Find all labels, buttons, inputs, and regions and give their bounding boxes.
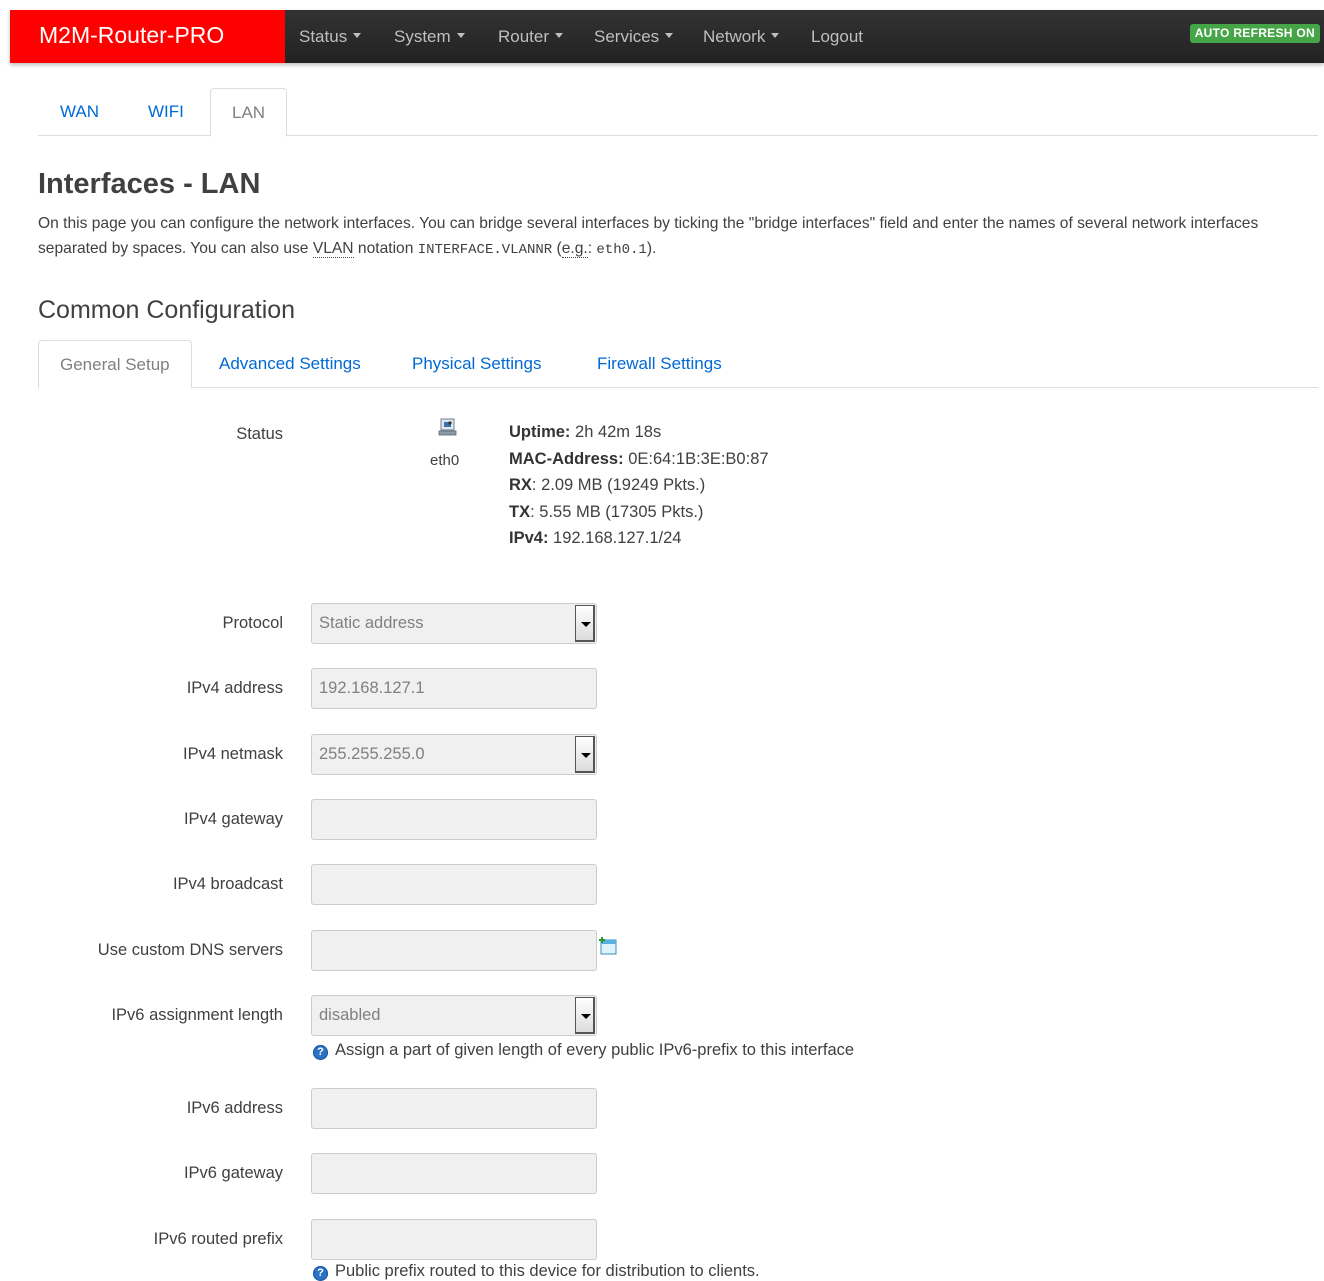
rx-label: RX [509, 476, 532, 494]
page-title: Interfaces - LAN [38, 168, 261, 200]
ipv4-address-field[interactable]: 192.168.127.1 [311, 668, 597, 709]
ipv4-gateway-label: IPv4 gateway [183, 810, 283, 828]
nav-logout-link[interactable]: Logout [811, 10, 863, 63]
nav-router-menu[interactable]: Router [498, 10, 564, 63]
top-navbar: M2M-Router-PRO Status System Router Serv… [10, 10, 1324, 63]
dropdown-arrow-icon[interactable] [575, 736, 595, 773]
protocol-selected-value: Static address [319, 614, 424, 632]
ipv4-broadcast-label: IPv4 broadcast [172, 875, 283, 893]
ipv6-assignment-help-text: Assign a part of given length of every p… [335, 1041, 855, 1059]
tab-general-setup[interactable]: General Setup [38, 340, 192, 389]
config-tabs: General Setup Advanced Settings Physical… [38, 340, 1318, 389]
description-text: ( [552, 240, 562, 257]
dns-servers-label: Use custom DNS servers [97, 941, 283, 959]
ipv6-assignment-selected-value: disabled [319, 1006, 381, 1024]
tab-wan[interactable]: WAN [39, 88, 120, 136]
mac-value: 0E:64:1B:3E:B0:87 [628, 449, 769, 468]
ipv4-value: 192.168.127.1/24 [553, 529, 682, 547]
nav-system-label: System [394, 27, 451, 46]
dns-servers-field[interactable] [311, 930, 597, 971]
ipv6-prefix-help-text: Public prefix routed to this device for … [335, 1262, 760, 1280]
tx-value: : 5.55 MB (17305 Pkts.) [530, 502, 704, 521]
ethernet-port-icon [438, 418, 457, 436]
section-title: Common Configuration [38, 296, 296, 324]
description-text: notation [353, 240, 418, 257]
chevron-down-icon [353, 33, 362, 39]
uptime-value: 2h 42m 18s [575, 423, 662, 441]
dropdown-arrow-icon[interactable] [575, 605, 595, 642]
brand-logo[interactable]: M2M-Router-PRO [10, 10, 285, 63]
status-label: Status [236, 425, 283, 443]
page-description: On this page you can configure the netwo… [38, 211, 1298, 263]
help-icon: ? [313, 1045, 328, 1060]
mac-label: MAC-Address: [509, 449, 624, 468]
eg-abbr: e.g. [561, 240, 588, 258]
interface-tabs: WAN WIFI LAN [38, 88, 1318, 137]
protocol-select[interactable]: Static address [311, 603, 597, 644]
nav-network-label: Network [703, 27, 766, 46]
add-entry-icon[interactable] [598, 936, 618, 956]
protocol-label: Protocol [222, 614, 283, 632]
ipv4-gateway-field[interactable] [311, 799, 597, 840]
ipv6-gateway-label: IPv6 gateway [183, 1164, 283, 1182]
tab-wifi[interactable]: WIFI [127, 88, 205, 136]
description-text: ). [646, 240, 657, 257]
ipv6-assignment-select[interactable]: disabled [311, 995, 597, 1036]
ipv4-address-label: IPv4 address [186, 679, 283, 697]
nav-status-label: Status [299, 27, 348, 46]
auto-refresh-toggle[interactable]: AUTO REFRESH ON [1189, 24, 1320, 43]
ipv6-assignment-help: ? Assign a part of given length of every … [313, 1041, 854, 1060]
vlan-abbr: VLAN [312, 240, 354, 258]
ipv6-address-field[interactable] [311, 1088, 597, 1129]
netmask-selected-value: 255.255.255.0 [319, 745, 425, 763]
tab-physical-settings[interactable]: Physical Settings [412, 340, 541, 388]
ipv6-routed-prefix-field[interactable] [311, 1219, 597, 1260]
ipv4-netmask-label: IPv4 netmask [183, 745, 283, 763]
chevron-down-icon [771, 33, 780, 39]
ipv6-address-label: IPv6 address [186, 1099, 283, 1117]
rx-value: : 2.09 MB (19249 Pkts.) [531, 476, 706, 494]
tab-firewall-settings[interactable]: Firewall Settings [597, 340, 722, 388]
tab-lan[interactable]: LAN [210, 88, 288, 137]
ipv4-netmask-select[interactable]: 255.255.255.0 [311, 734, 597, 775]
ipv4-broadcast-field[interactable] [311, 864, 597, 905]
ipv6-prefix-help: ? Public prefix routed to this device for… [313, 1262, 760, 1281]
nav-router-label: Router [498, 27, 550, 46]
nav-system-menu[interactable]: System [394, 10, 465, 63]
nav-services-menu[interactable]: Services [594, 10, 674, 63]
dropdown-arrow-icon[interactable] [575, 997, 595, 1034]
help-icon: ? [313, 1266, 328, 1281]
ipv6-gateway-field[interactable] [311, 1153, 597, 1194]
nav-network-menu[interactable]: Network [703, 10, 780, 63]
uptime-label: Uptime: [509, 423, 571, 441]
example-code: eth0.1 [596, 242, 647, 258]
interface-name: eth0 [430, 452, 460, 469]
nav-services-label: Services [594, 27, 660, 46]
chevron-down-icon [555, 33, 564, 39]
ipv6-routed-prefix-label: IPv6 routed prefix [153, 1230, 283, 1248]
ipv6-assignment-label: IPv6 assignment length [111, 1006, 283, 1024]
tab-advanced-settings[interactable]: Advanced Settings [219, 340, 361, 388]
ipv4-label: IPv4: [509, 529, 549, 547]
interface-status-details: Uptime: 2h 42m 18s MAC-Address: 0E:64:1B… [509, 419, 769, 552]
chevron-down-icon [456, 33, 465, 39]
nav-status-menu[interactable]: Status [299, 10, 362, 63]
tx-label: TX [509, 502, 531, 521]
chevron-down-icon [665, 33, 674, 39]
vlan-notation-code: INTERFACE.VLANNR [417, 242, 553, 258]
